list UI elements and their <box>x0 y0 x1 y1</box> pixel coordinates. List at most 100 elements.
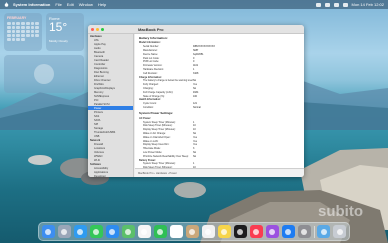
info-value: Yes <box>193 139 197 143</box>
info-key: Firmware Version: <box>143 64 163 68</box>
clock-widget[interactable] <box>4 55 84 93</box>
info-key: Health Information: <box>139 98 161 102</box>
info-key: Cycle Count: <box>143 102 157 106</box>
dock-glyph <box>125 228 132 235</box>
info-value: No <box>193 150 197 154</box>
battery-icon[interactable] <box>315 2 321 7</box>
info-value: No <box>193 154 197 158</box>
sidebar-item[interactable]: Developer <box>88 174 133 178</box>
safari-icon[interactable] <box>73 225 87 238</box>
mail-icon[interactable] <box>105 225 119 238</box>
sidebar: Hardware ATA Apple Pay Audio Bluetooth Camera… <box>88 34 134 177</box>
dock-glyph <box>205 228 212 235</box>
window-titlebar[interactable]: MacBook Pro <box>88 25 304 34</box>
info-value: 1 <box>193 120 195 124</box>
info-key: Condition: <box>143 105 154 109</box>
contacts-icon[interactable] <box>185 225 199 238</box>
info-key: Display Sleep Uses Dim: <box>143 143 170 147</box>
messages-icon[interactable] <box>89 225 103 238</box>
downloads-icon[interactable] <box>317 225 331 238</box>
maps-icon[interactable] <box>121 225 135 238</box>
info-value: 4934 <box>193 90 199 94</box>
info-key: Cell Revision: <box>143 71 158 75</box>
apple-menu-icon[interactable] <box>4 2 9 7</box>
section-heading: System Power Settings: <box>139 111 174 116</box>
info-value: 1101 <box>193 64 199 68</box>
dock-glyph <box>93 228 100 235</box>
window-controls <box>91 28 104 31</box>
info-value: Yes <box>193 83 197 87</box>
minimize-icon[interactable] <box>96 28 99 31</box>
info-key: Charging: <box>143 86 154 90</box>
info-key: Prioritize Network Reachability Over Sle… <box>143 154 189 158</box>
system-settings-icon[interactable] <box>297 225 311 238</box>
dock-separator <box>313 225 315 238</box>
photos-icon[interactable] <box>137 225 151 238</box>
dock-glyph <box>141 228 148 235</box>
section-heading: Battery Information: <box>139 36 168 40</box>
control-center-icon[interactable] <box>342 2 348 7</box>
dock-glyph <box>336 228 343 235</box>
finder-icon[interactable] <box>41 225 55 238</box>
dock <box>38 222 350 241</box>
dock-glyph <box>77 228 84 235</box>
weather-condition: Mostly Cloudy <box>49 39 68 43</box>
reminders-icon[interactable] <box>201 225 215 238</box>
search-icon[interactable] <box>333 2 339 7</box>
info-value: D86XXXXXXXXXXX <box>193 45 215 49</box>
menu-window[interactable]: Window <box>79 2 93 7</box>
music-icon[interactable] <box>249 225 263 238</box>
launchpad-icon[interactable] <box>57 225 71 238</box>
info-value: 3 <box>193 147 195 151</box>
facetime-icon[interactable] <box>153 225 167 238</box>
app-store-icon[interactable] <box>281 225 295 238</box>
info-key: Wake on AC Change: <box>143 131 166 135</box>
info-value: 3108 <box>193 71 199 75</box>
info-value: 121 <box>193 102 197 106</box>
trash-icon[interactable] <box>333 225 347 238</box>
dock-glyph <box>157 228 164 235</box>
menu-clock[interactable]: Mon 14 Feb 12:02 <box>352 2 384 7</box>
notes-icon[interactable] <box>217 225 231 238</box>
calendar-grid <box>7 22 39 41</box>
wifi-icon[interactable] <box>324 2 330 7</box>
menu-help[interactable]: Help <box>98 2 106 7</box>
detail-pane[interactable]: Battery Information: Model Information: Se… <box>135 34 304 168</box>
info-key: System Sleep Timer (Minutes): <box>143 120 176 124</box>
weather-temperature: 15° <box>49 20 68 34</box>
calendar-icon[interactable] <box>169 225 183 238</box>
dock-glyph <box>221 228 228 235</box>
info-value: Normal <box>193 105 201 109</box>
weather-widget[interactable]: Rome 15° Mostly Cloudy <box>46 13 84 51</box>
menu-edit[interactable]: Edit <box>67 2 74 7</box>
close-icon[interactable] <box>91 28 94 31</box>
info-key: Low Power Mode: <box>143 150 163 154</box>
path-bar: MacBook Pro › Hardware › Power <box>135 168 304 177</box>
info-key: Hardware Revision: <box>143 67 164 71</box>
dock-glyph <box>109 228 116 235</box>
dock-glyph <box>61 228 68 235</box>
info-key: PCB Lot Code: <box>143 60 159 64</box>
info-key: Display Sleep Timer (Minutes): <box>143 128 176 132</box>
info-value: 1 <box>193 162 195 166</box>
menu-file[interactable]: File <box>55 2 61 7</box>
calendar-widget[interactable]: FEBRUARY <box>4 13 42 51</box>
dock-glyph <box>301 228 308 235</box>
zoom-icon[interactable] <box>101 28 104 31</box>
info-value: 100 <box>193 94 197 98</box>
info-key: The battery's charge is below the warnin… <box>143 79 194 83</box>
menu-app-name[interactable]: System Information <box>13 2 50 7</box>
info-value: 10 <box>193 128 196 132</box>
tv-icon[interactable] <box>233 225 247 238</box>
info-key: Wake on Clamshell Open: <box>143 135 171 139</box>
dock-glyph <box>173 228 180 235</box>
info-value: 10 <box>193 124 196 128</box>
dock-glyph <box>253 228 260 235</box>
watermark: subito <box>318 203 363 220</box>
podcasts-icon[interactable] <box>265 225 279 238</box>
info-key: Full Charge Capacity (mAh): <box>143 90 174 94</box>
info-key: Hibernate Mode: <box>143 147 161 151</box>
info-key: Disk Sleep Timer (Minutes): <box>143 124 173 128</box>
info-value: bq40z651 <box>193 52 204 56</box>
menu-bar: System Information File Edit Window Help… <box>0 0 388 9</box>
